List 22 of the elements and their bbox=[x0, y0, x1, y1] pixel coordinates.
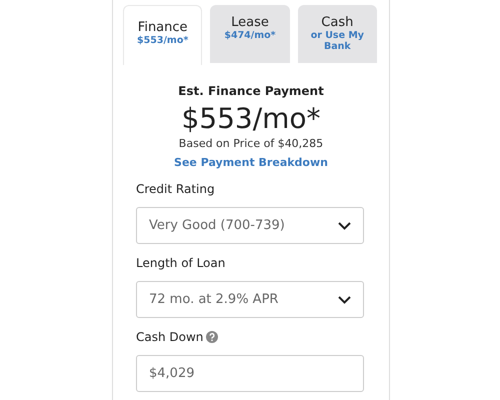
input-field[interactable]: $4,029 bbox=[136, 355, 364, 392]
tab-label: Cash bbox=[321, 15, 354, 30]
payment-amount: $553/mo* bbox=[181, 101, 321, 137]
chevron-down-icon bbox=[338, 296, 351, 304]
tab[interactable]: Lease $474/mo* bbox=[210, 5, 290, 63]
field-label: Length of Loan bbox=[136, 255, 226, 271]
help-icon[interactable] bbox=[206, 331, 218, 343]
breakdown-link[interactable]: See Payment Breakdown bbox=[174, 155, 328, 171]
price-basis: Based on Price of $40,285 bbox=[178, 137, 324, 151]
select-field[interactable]: 72 mo. at 2.9% APR bbox=[136, 281, 364, 318]
select-field[interactable]: Very Good (700-739) bbox=[136, 207, 364, 244]
tab-sublabel: or Use My Bank bbox=[310, 30, 365, 52]
tab[interactable]: Finance $553/mo* bbox=[123, 5, 202, 65]
payment-heading: Est. Finance Payment bbox=[178, 83, 324, 99]
tab-label: Finance bbox=[138, 20, 188, 35]
chevron-down-icon bbox=[338, 222, 351, 230]
tab-sublabel: $553/mo* bbox=[137, 35, 188, 46]
tab-sublabel: $474/mo* bbox=[224, 30, 276, 41]
tab-label: Lease bbox=[231, 15, 269, 30]
field-label: Cash Down bbox=[136, 329, 204, 345]
tab[interactable]: Cash or Use My Bank bbox=[298, 5, 377, 63]
field-label: Credit Rating bbox=[136, 181, 215, 197]
